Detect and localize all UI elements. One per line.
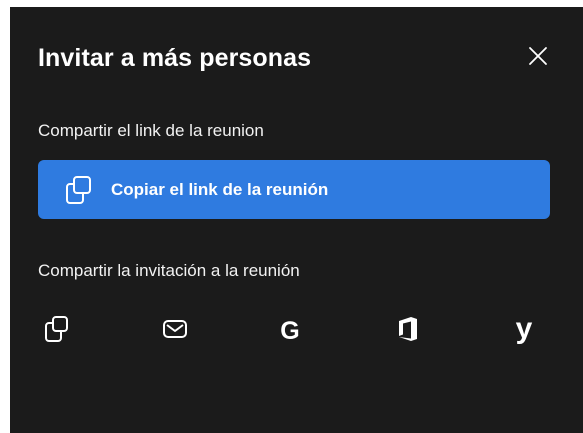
copy-link-button-label: Copiar el link de la reunión <box>111 179 329 199</box>
share-invitation-label: Compartir la invitación a la reunión <box>38 261 300 280</box>
google-invitation-button[interactable]: G <box>270 311 310 351</box>
share-link-label: Compartir el link de la reunion <box>38 121 264 140</box>
yahoo-invitation-button[interactable]: y <box>504 311 544 351</box>
copy-icon <box>63 173 97 207</box>
google-icon: G <box>280 316 300 345</box>
close-button[interactable] <box>524 44 552 72</box>
close-icon <box>528 46 548 71</box>
copy-invitation-button[interactable] <box>38 311 78 351</box>
invite-dialog: Invitar a más personas Compartir el link… <box>10 7 583 433</box>
dialog-title: Invitar a más personas <box>38 44 312 72</box>
copy-link-button[interactable]: Copiar el link de la reunión <box>38 160 550 219</box>
share-options: G y <box>10 311 583 355</box>
copy-icon <box>43 314 73 349</box>
office-icon <box>397 316 419 347</box>
email-invitation-button[interactable] <box>155 311 195 351</box>
yahoo-icon: y <box>515 312 533 345</box>
mail-icon <box>162 318 188 345</box>
office-invitation-button[interactable] <box>388 311 428 351</box>
